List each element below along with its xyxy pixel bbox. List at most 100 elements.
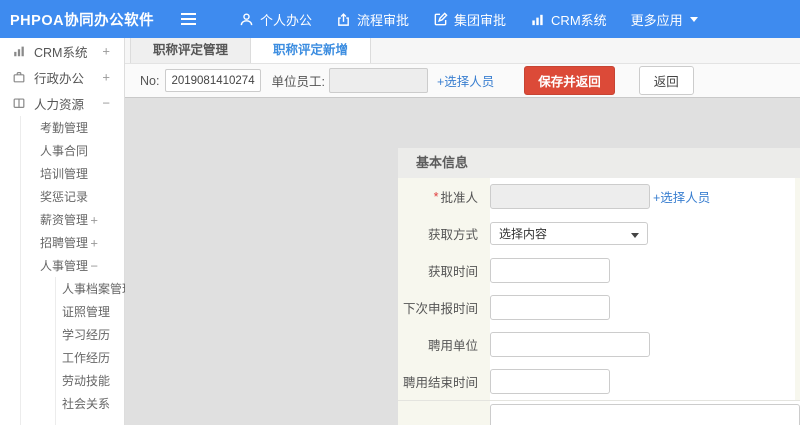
collapse-icon[interactable]: −: [90, 258, 98, 273]
topnav-item-personal-office[interactable]: 个人办公: [239, 10, 312, 29]
sidebar-item-admin-office[interactable]: 行政办公 +: [0, 64, 124, 90]
sidebar-item-label: 人事合同: [40, 144, 89, 158]
menu-toggle-icon[interactable]: [180, 12, 197, 26]
field-label: * 批准人: [398, 178, 490, 215]
sidebar-item-hr[interactable]: 人力资源 −: [0, 90, 124, 116]
main-area: 职称评定管理 职称评定新增 No: 单位员工: +选择人员 保存并返回 返回 基…: [125, 38, 800, 425]
topnav-label: 更多应用: [630, 12, 683, 28]
content-area: 基本信息 * 批准人 +选择人员 获取方式 选择内容 获取时间 下次申报时间 聘…: [125, 135, 800, 425]
caret-down-icon: [689, 16, 698, 22]
sidebar-item-training[interactable]: 培训管理: [0, 162, 124, 185]
expand-icon[interactable]: +: [90, 235, 98, 250]
employee-input[interactable]: [328, 68, 428, 93]
tab-title-evaluation-manage[interactable]: 职称评定管理: [130, 38, 252, 63]
expand-icon[interactable]: +: [90, 212, 98, 227]
bar-chart-icon: [530, 12, 545, 27]
sidebar-item-attendance[interactable]: 考勤管理: [0, 116, 124, 139]
back-button[interactable]: 返回: [638, 66, 694, 95]
sidebar-item-labor-skills[interactable]: 劳动技能: [0, 369, 124, 392]
person-icon: [239, 12, 254, 27]
briefcase-icon: [12, 70, 26, 84]
section-title: 基本信息: [398, 148, 800, 178]
select-person-link[interactable]: +选择人员: [653, 187, 710, 206]
sidebar-item-personnel[interactable]: 人事管理 −: [0, 254, 124, 277]
topnav-label: 个人办公: [260, 12, 313, 28]
book-icon: [12, 96, 26, 110]
sidebar-item-work-history[interactable]: 工作经历: [0, 346, 124, 369]
bar-chart-icon: [12, 44, 26, 58]
no-input[interactable]: [165, 69, 262, 92]
topnav-label: 流程审批: [357, 12, 410, 28]
acquire-time-input[interactable]: [490, 258, 610, 283]
employee-label: 单位员工:: [271, 75, 325, 89]
sidebar-item-label: 奖惩记录: [40, 190, 89, 204]
sidebar-item-education-history[interactable]: 学习经历: [0, 323, 124, 346]
tab-strip: 职称评定管理 职称评定新增: [125, 38, 800, 64]
sidebar-item-label: 学习经历: [62, 328, 111, 342]
select-person-link[interactable]: +选择人员: [437, 71, 494, 90]
sidebar-item-label: 薪资管理: [40, 213, 89, 227]
sidebar-item-label: 招聘管理: [40, 236, 89, 250]
sidebar-item-label: 考勤管理: [40, 121, 89, 135]
form-row-evaluation-detail: 评定详情: [398, 400, 800, 425]
field-label: 下次申报时间: [398, 289, 490, 326]
sidebar-item-label: 人事档案管理: [62, 282, 135, 296]
form-row-next-apply-time: 下次申报时间: [398, 289, 800, 326]
field-label: 获取方式: [398, 215, 490, 252]
app-logo: PHPOA协同办公软件: [10, 12, 155, 29]
employment-end-time-input[interactable]: [490, 369, 610, 394]
topnav-item-group-approval[interactable]: 集团审批: [433, 10, 506, 29]
topnav-label: 集团审批: [454, 12, 507, 28]
form-row-acquire-method: 获取方式 选择内容: [398, 215, 800, 252]
field-label: 获取时间: [398, 252, 490, 289]
edit-square-icon: [433, 11, 448, 27]
field-label: 聘用结束时间: [398, 363, 490, 400]
form-row-employment-end-time: 聘用结束时间: [398, 363, 800, 400]
next-apply-time-input[interactable]: [490, 295, 610, 320]
sidebar-item-salary[interactable]: 薪资管理 +: [0, 208, 124, 231]
sidebar-item-crm[interactable]: CRM系统 +: [0, 38, 124, 64]
form-row-acquire-time: 获取时间: [398, 252, 800, 289]
right-label-column-strip: [795, 178, 800, 400]
form-row-approver: * 批准人 +选择人员: [398, 178, 800, 215]
expand-icon[interactable]: +: [102, 70, 110, 85]
no-label: No:: [140, 73, 160, 88]
topnav-item-flow-approval[interactable]: 流程审批: [336, 10, 409, 29]
sidebar-item-recruitment[interactable]: 招聘管理 +: [0, 231, 124, 254]
topnav: 个人办公 流程审批 集团审批 CRM系统 更多应用: [215, 10, 698, 29]
sidebar-item-label: 培训管理: [40, 167, 89, 181]
sidebar-item-label: CRM系统: [34, 45, 88, 60]
sidebar-item-label: 工作经历: [62, 351, 111, 365]
topbar: PHPOA协同办公软件 个人办公 流程审批 集团审批 CRM系统 更多应用: [0, 0, 800, 38]
sidebar-item-certificates[interactable]: 证照管理: [0, 300, 124, 323]
toolbar: No: 单位员工: +选择人员 保存并返回 返回: [125, 64, 800, 98]
save-and-return-button[interactable]: 保存并返回: [524, 66, 615, 95]
app-window: PHPOA协同办公软件 个人办公 流程审批 集团审批 CRM系统 更多应用 CR…: [0, 0, 800, 425]
dropdown-caret-icon: [631, 233, 639, 238]
sidebar-item-rewards[interactable]: 奖惩记录: [0, 185, 124, 208]
acquire-method-select[interactable]: 选择内容: [490, 222, 648, 245]
sidebar-item-label: 社会关系: [62, 397, 111, 411]
flow-approval-icon: [336, 12, 351, 27]
sidebar-item-personnel-files[interactable]: 人事档案管理: [0, 277, 134, 300]
sidebar-item-label: 人力资源: [34, 97, 85, 112]
sidebar-item-label: 劳动技能: [62, 374, 111, 388]
employer-input[interactable]: [490, 332, 650, 357]
sidebar-item-social-relations[interactable]: 社会关系: [0, 392, 124, 415]
sidebar: CRM系统 + 行政办公 + 人力资源 − 考勤管理 人事合同 培训管理 奖惩记…: [0, 38, 134, 425]
evaluation-detail-textarea[interactable]: [490, 404, 800, 425]
sidebar-item-label: 证照管理: [62, 305, 111, 319]
form-panel: 基本信息 * 批准人 +选择人员 获取方式 选择内容 获取时间 下次申报时间 聘…: [398, 148, 800, 425]
required-mark: *: [433, 189, 439, 204]
tab-title-evaluation-new[interactable]: 职称评定新增: [251, 38, 372, 63]
collapse-icon[interactable]: −: [102, 96, 110, 111]
approver-input[interactable]: [490, 184, 650, 209]
topnav-label: CRM系统: [551, 12, 607, 28]
sidebar-item-hr-contract[interactable]: 人事合同: [0, 139, 124, 162]
field-label: 评定详情: [398, 401, 490, 425]
expand-icon[interactable]: +: [102, 44, 110, 59]
topnav-item-more-apps[interactable]: 更多应用: [631, 10, 698, 29]
selected-option: 选择内容: [499, 227, 548, 241]
field-label: 聘用单位: [398, 326, 490, 363]
topnav-item-crm[interactable]: CRM系统: [530, 10, 607, 29]
